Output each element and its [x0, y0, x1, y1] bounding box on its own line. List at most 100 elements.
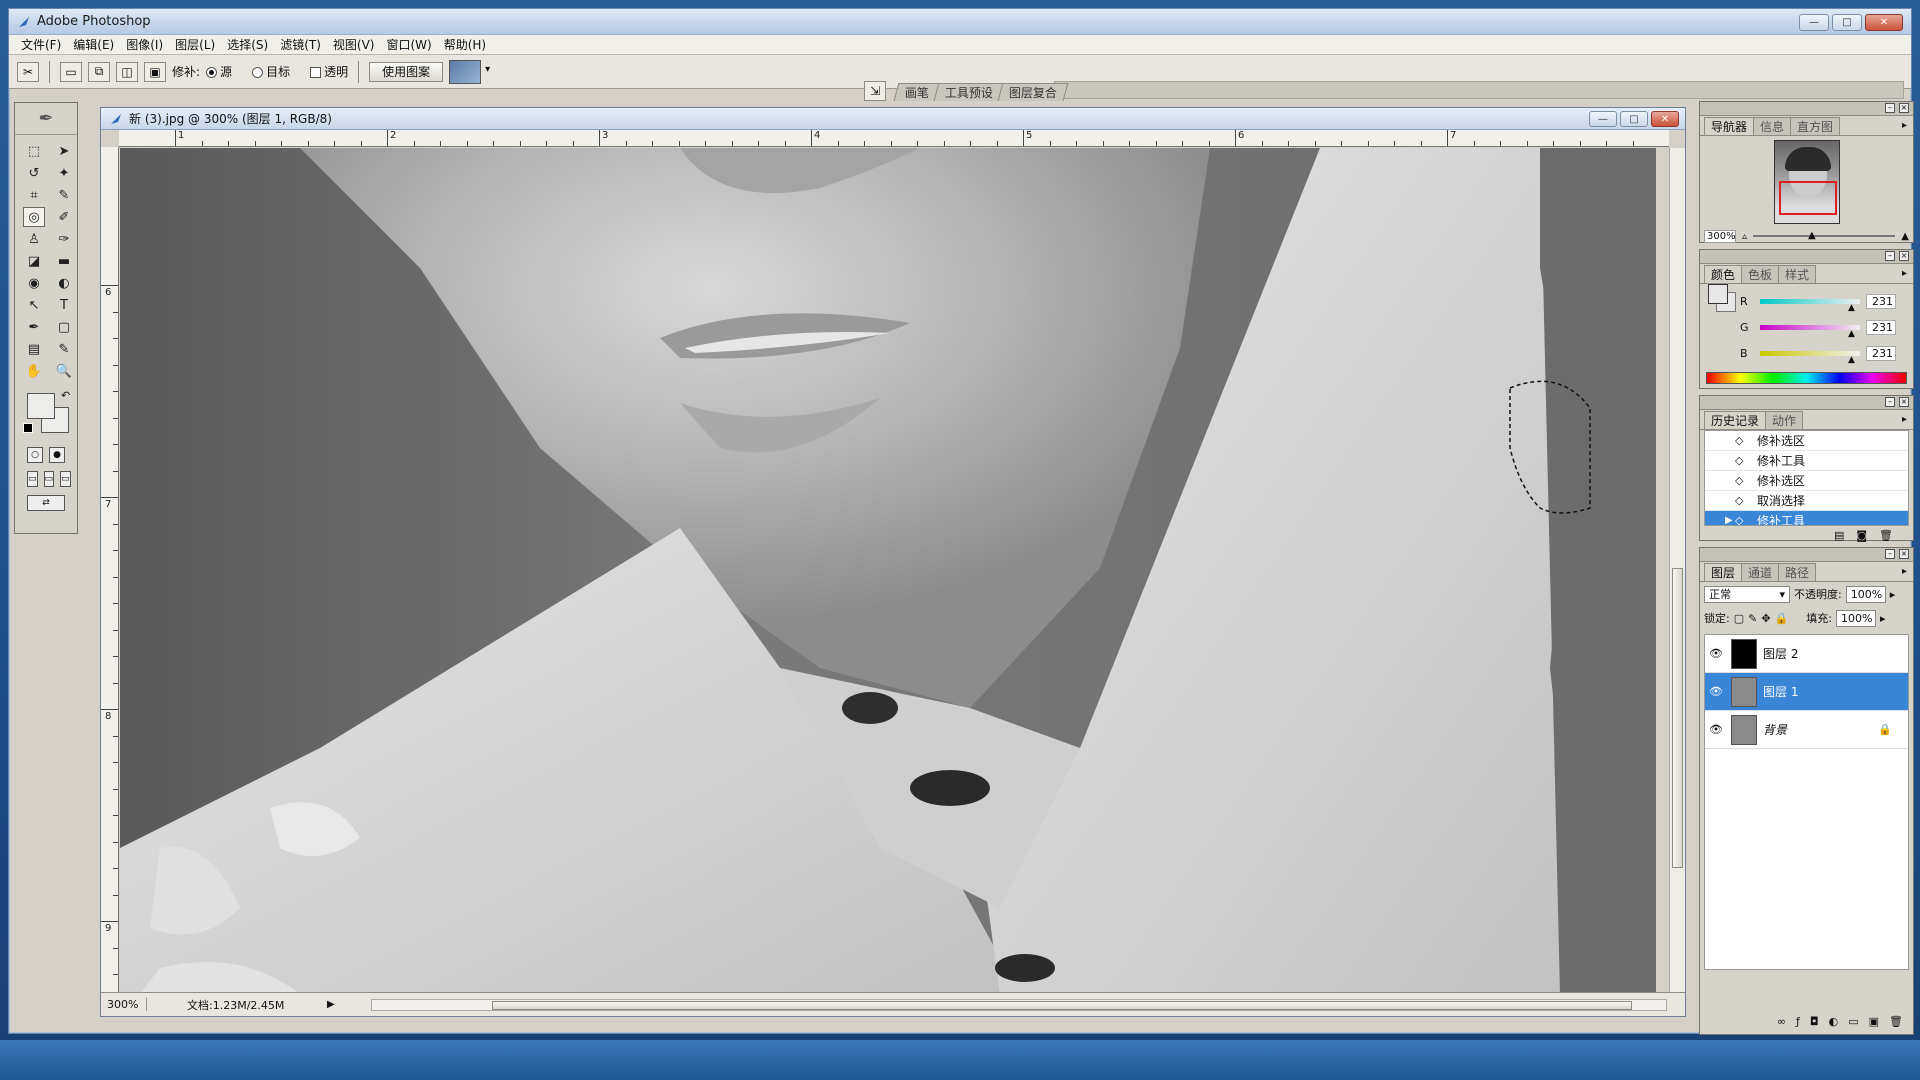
menu-select[interactable]: 选择(S) [221, 36, 274, 53]
fill-arrow-icon[interactable]: ▸ [1880, 612, 1886, 625]
source-radio[interactable] [206, 67, 218, 78]
panel-menu-icon[interactable]: ▸ [1902, 120, 1907, 131]
history-source-icon[interactable]: ▶ [1725, 515, 1733, 525]
slider-knob-icon[interactable]: ▲ [1848, 355, 1855, 365]
menu-filter[interactable]: 滤镜(T) [274, 36, 327, 53]
panel-close-icon[interactable]: × [1899, 397, 1909, 407]
palette-well-icon[interactable]: ⇲ [864, 81, 886, 101]
color-spectrum-bar[interactable] [1706, 372, 1907, 384]
menu-view[interactable]: 视图(V) [327, 36, 381, 53]
layer-row[interactable]: 👁 图层 1 [1705, 673, 1908, 711]
lock-position-icon[interactable]: ✥ [1761, 612, 1770, 625]
channel-slider[interactable]: ▲ [1760, 324, 1860, 339]
panel-minimize-icon[interactable]: – [1885, 397, 1895, 407]
new-selection-icon[interactable]: ▭ [60, 61, 82, 82]
adjustment-layer-icon[interactable]: ◐ [1829, 1015, 1839, 1028]
tab-styles[interactable]: 样式 [1778, 265, 1817, 283]
visibility-eye-icon[interactable]: 👁 [1705, 723, 1727, 736]
type-tool-icon[interactable]: T [53, 295, 75, 315]
visibility-eye-icon[interactable]: 👁 [1705, 685, 1727, 698]
channel-value[interactable]: 231 [1866, 293, 1896, 309]
hand-tool-icon[interactable]: ✋ [23, 361, 45, 381]
horizontal-scrollbar[interactable] [371, 999, 1667, 1011]
slider-knob-icon[interactable]: ▲ [1848, 329, 1855, 339]
history-item[interactable]: ▶ ◇ 修补工具 [1705, 511, 1908, 525]
history-item[interactable]: ◇ 取消选择 [1705, 491, 1908, 511]
panel-close-icon[interactable]: × [1899, 549, 1909, 559]
panel-menu-icon[interactable]: ▸ [1902, 414, 1907, 425]
marquee-tool-icon[interactable]: ⬚ [23, 141, 45, 161]
panel-minimize-icon[interactable]: – [1885, 549, 1895, 559]
use-pattern-button[interactable]: 使用图案 [369, 61, 444, 82]
patch-tool-preset-icon[interactable]: ✂ [17, 61, 39, 82]
channel-value[interactable]: 231 [1866, 319, 1896, 335]
full-screen-mode-icon[interactable]: ▭ [60, 471, 71, 487]
delete-state-icon[interactable]: 🗑 [1879, 529, 1893, 542]
lock-transparency-icon[interactable]: ▢ [1734, 612, 1744, 625]
panel-close-icon[interactable]: × [1899, 251, 1909, 261]
new-layer-icon[interactable]: ▣ [1869, 1015, 1879, 1028]
menu-layer[interactable]: 图层(L) [169, 36, 221, 53]
move-tool-icon[interactable]: ➤ [53, 141, 75, 161]
magic-wand-tool-icon[interactable]: ✦ [53, 163, 75, 183]
layer-style-icon[interactable]: ƒ [1796, 1015, 1800, 1028]
lasso-tool-icon[interactable]: ↺ [23, 163, 45, 183]
panel-menu-icon[interactable]: ▸ [1902, 566, 1907, 577]
transparent-checkbox-group[interactable]: 透明 [310, 63, 348, 80]
fill-field[interactable]: 100% [1835, 609, 1876, 627]
maximize-button[interactable]: □ [1832, 14, 1862, 31]
channel-slider[interactable]: ▲ [1760, 298, 1860, 313]
clone-stamp-tool-icon[interactable]: ♙ [23, 229, 45, 249]
tab-actions[interactable]: 动作 [1765, 411, 1804, 429]
standard-mode-icon[interactable]: ○ [27, 447, 43, 463]
layer-row[interactable]: 👁 背景 🔒 [1705, 711, 1908, 749]
visibility-eye-icon[interactable]: 👁 [1705, 647, 1727, 660]
navigator-zoom-value[interactable]: 300% [1704, 229, 1736, 243]
tab-layers[interactable]: 图层 [1704, 563, 1743, 581]
eyedropper-tool-icon[interactable]: ✎ [53, 339, 75, 359]
jump-to-imageready-icon[interactable]: ⇄ [27, 495, 65, 511]
opacity-arrow-icon[interactable]: ▸ [1890, 588, 1896, 601]
tab-color[interactable]: 颜色 [1704, 265, 1743, 283]
navigator-view-box[interactable] [1778, 181, 1837, 215]
history-brush-tool-icon[interactable]: ✑ [53, 229, 75, 249]
navigator-zoom-slider[interactable]: ▲ [1753, 230, 1896, 241]
tab-swatches[interactable]: 色板 [1741, 265, 1780, 283]
image-canvas[interactable] [120, 148, 1656, 994]
history-item[interactable]: ◇ 修补选区 [1705, 431, 1908, 451]
layer-row[interactable]: 👁 图层 2 [1705, 635, 1908, 673]
history-item[interactable]: ◇ 修补选区 [1705, 471, 1908, 491]
panel-minimize-icon[interactable]: – [1885, 103, 1895, 113]
destination-radio-group[interactable]: 目标 [252, 63, 290, 80]
full-screen-menu-mode-icon[interactable]: ▭ [43, 471, 55, 487]
doc-maximize-button[interactable]: □ [1620, 111, 1648, 127]
subtract-selection-icon[interactable]: ◫ [116, 61, 138, 82]
menu-file[interactable]: 文件(F) [15, 36, 67, 53]
foreground-color-swatch[interactable] [27, 393, 55, 419]
channel-slider[interactable]: ▲ [1760, 350, 1860, 365]
intersect-selection-icon[interactable]: ▣ [144, 61, 166, 82]
slice-tool-icon[interactable]: ✎ [53, 185, 75, 205]
menu-image[interactable]: 图像(I) [120, 36, 169, 53]
new-group-icon[interactable]: ▭ [1848, 1015, 1858, 1028]
vertical-scroll-thumb[interactable] [1672, 568, 1683, 868]
tab-paths[interactable]: 路径 [1778, 563, 1817, 581]
panel-minimize-icon[interactable]: – [1885, 251, 1895, 261]
slider-knob-icon[interactable]: ▲ [1808, 230, 1816, 241]
minimize-button[interactable]: — [1799, 14, 1829, 31]
new-snapshot-icon[interactable]: ◙ [1856, 529, 1867, 542]
panel-menu-icon[interactable]: ▸ [1902, 268, 1907, 279]
link-layers-icon[interactable]: ∞ [1777, 1015, 1786, 1028]
gradient-tool-icon[interactable]: ▬ [53, 251, 75, 271]
zoom-level[interactable]: 300% [101, 998, 147, 1011]
add-mask-icon[interactable]: ◘ [1810, 1015, 1819, 1028]
lock-all-icon[interactable]: 🔒 [1775, 612, 1789, 625]
tab-info[interactable]: 信息 [1753, 117, 1792, 135]
zoom-in-icon[interactable]: ▲ [1901, 231, 1909, 242]
menu-edit[interactable]: 编辑(E) [67, 36, 120, 53]
horizontal-scroll-thumb[interactable] [492, 1001, 1632, 1010]
transparent-checkbox[interactable] [310, 67, 322, 78]
new-document-from-state-icon[interactable]: ▤ [1834, 529, 1844, 542]
lock-pixels-icon[interactable]: ✎ [1748, 612, 1757, 625]
pen-tool-icon[interactable]: ✒ [23, 317, 45, 337]
